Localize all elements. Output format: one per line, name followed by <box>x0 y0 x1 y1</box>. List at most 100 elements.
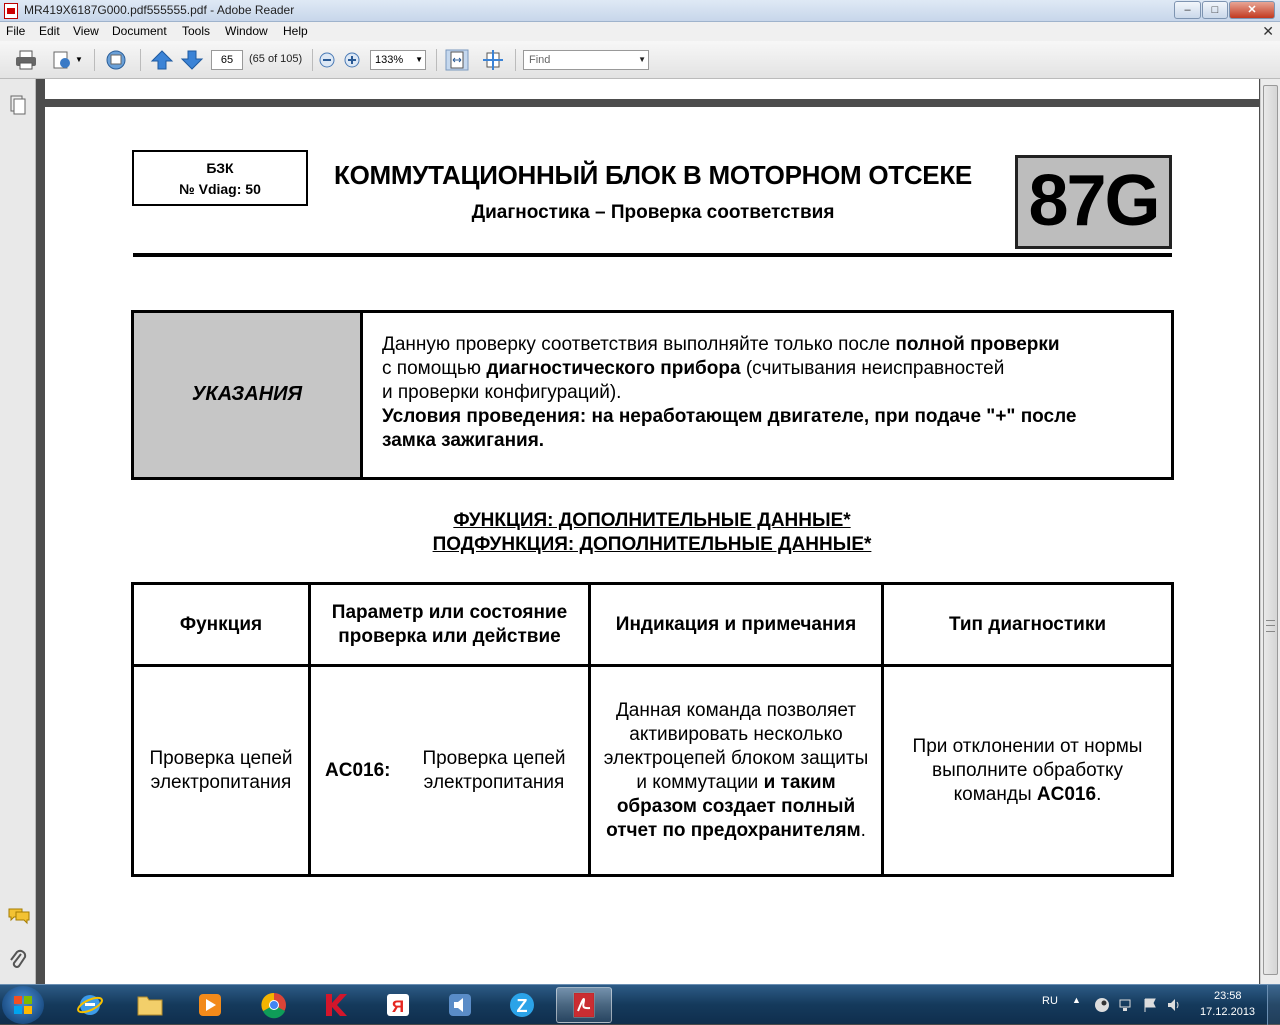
maximize-button[interactable]: □ <box>1202 1 1228 19</box>
menu-file[interactable]: File <box>6 24 25 38</box>
collaborate-icon[interactable] <box>104 49 128 71</box>
minimize-button[interactable]: – <box>1174 1 1201 19</box>
zoom-value: 133% <box>375 54 404 66</box>
indication-cell: Данная команда позволяет активировать не… <box>588 664 884 877</box>
media-player-icon <box>199 994 221 1016</box>
vehicle-code: БЗК <box>206 160 234 176</box>
menu-document[interactable]: Document <box>112 24 167 38</box>
document-viewport: БЗК № Vdiag: 50 КОММУТАЦИОННЫЙ БЛОК В МО… <box>36 79 1260 984</box>
find-dropdown-icon[interactable]: ▼ <box>638 51 646 69</box>
comments-icon[interactable] <box>8 907 30 925</box>
internet-explorer-icon <box>77 995 103 1015</box>
find-placeholder: Find <box>529 54 551 66</box>
document-subtitle: Диагностика – Проверка соответствия <box>471 202 835 223</box>
windows-logo-icon <box>14 996 32 1014</box>
parameter-text: Проверка цепей электропитания <box>422 747 566 793</box>
z-app-icon: Z <box>510 993 534 1017</box>
taskbar-media[interactable] <box>182 987 238 1023</box>
language-indicator[interactable]: RU <box>1042 995 1058 1007</box>
window-title: MR419X6187G000.pdf555555.pdf - Adobe Rea… <box>24 3 295 17</box>
section-badge: 87G <box>1013 153 1174 251</box>
menu-edit[interactable]: Edit <box>39 24 60 38</box>
clock-date[interactable]: 17.12.2013 <box>1200 1006 1255 1018</box>
zoom-out-icon[interactable] <box>317 49 337 71</box>
navigation-pane <box>0 79 36 984</box>
taskbar-z-app[interactable]: Z <box>494 987 550 1023</box>
find-input[interactable]: Find ▼ <box>523 50 649 70</box>
vehicle-info-box: БЗК № Vdiag: 50 <box>132 150 308 206</box>
title-bar: MR419X6187G000.pdf555555.pdf - Adobe Rea… <box>0 0 1280 22</box>
toolbar-separator <box>312 49 313 71</box>
chrome-icon <box>261 992 286 1019</box>
function-cell: Проверка цепей электропитания <box>131 664 311 877</box>
diagnostic-period: . <box>1096 783 1102 805</box>
menu-bar: File Edit View Document Tools Window Hel… <box>0 22 1280 41</box>
taskbar-yandex[interactable]: Я <box>370 987 426 1023</box>
toolbar-separator <box>94 49 95 71</box>
scrollbar-grip-icon <box>1266 620 1275 632</box>
menu-help[interactable]: Help <box>283 24 308 38</box>
taskbar-chrome[interactable] <box>246 987 302 1023</box>
taskbar-kaspersky[interactable] <box>308 987 364 1023</box>
previous-page-icon[interactable] <box>150 49 174 71</box>
share-icon[interactable] <box>50 49 74 71</box>
show-hidden-icons[interactable]: ▲ <box>1072 995 1081 1005</box>
taskbar-ie[interactable] <box>62 987 118 1023</box>
kaspersky-icon <box>326 994 347 1016</box>
adobe-reader-icon <box>573 992 595 1018</box>
pages-icon[interactable] <box>9 95 27 115</box>
taskbar-speaker-app[interactable] <box>432 987 488 1023</box>
vdiag-number: № Vdiag: 50 <box>179 181 261 197</box>
column-header: Функция <box>131 582 311 667</box>
diagnostic-table: Функция Параметр или состояние проверка … <box>131 582 1174 877</box>
document-close-icon[interactable]: ✕ <box>1262 23 1274 40</box>
network-tray-icon[interactable] <box>1118 997 1134 1013</box>
next-page-icon[interactable] <box>180 49 204 71</box>
vertical-scrollbar[interactable] <box>1260 79 1280 984</box>
diagnostic-command: AC016 <box>1036 783 1097 805</box>
clock-time[interactable]: 23:58 <box>1214 990 1242 1002</box>
notes-line: Данную проверку соответствия выполняйте … <box>382 334 896 355</box>
notes-line: (считывания неисправностей <box>740 358 1005 379</box>
toolbar-separator <box>436 49 437 71</box>
action-center-flag-icon[interactable] <box>1142 997 1158 1013</box>
svg-text:Я: Я <box>392 997 404 1016</box>
table-header-row: Функция Параметр или состояние проверка … <box>131 582 1174 667</box>
notes-bold: полной проверки <box>895 334 1060 355</box>
zoom-dropdown-icon[interactable]: ▼ <box>415 51 423 69</box>
attachments-icon[interactable] <box>9 949 27 971</box>
taskbar-adobe-reader[interactable] <box>556 987 612 1023</box>
notes-text: Данную проверку соответствия выполняйте … <box>382 333 1162 453</box>
toolbar-separator <box>140 49 141 71</box>
zoom-select[interactable]: 133% ▼ <box>370 50 426 70</box>
notes-conditions: Условия проведения: на неработающем двиг… <box>382 406 1077 427</box>
table-row: Проверка цепей электропитания AC016: Про… <box>131 664 1174 877</box>
menu-window[interactable]: Window <box>225 24 268 38</box>
page-number-input[interactable]: 65 <box>211 50 243 70</box>
zoom-in-icon[interactable] <box>342 49 362 71</box>
column-header: Параметр или состояние проверка или дейс… <box>308 582 591 667</box>
steam-tray-icon[interactable] <box>1094 997 1110 1013</box>
command-code: AC016: <box>325 759 391 781</box>
volume-tray-icon[interactable] <box>1166 997 1182 1013</box>
scrollbar-thumb[interactable] <box>1263 85 1278 975</box>
close-button[interactable]: ✕ <box>1229 1 1275 19</box>
yandex-icon: Я <box>387 994 409 1016</box>
print-icon[interactable] <box>14 49 38 71</box>
show-desktop-button[interactable] <box>1267 985 1280 1025</box>
share-dropdown-icon[interactable]: ▼ <box>75 55 83 64</box>
taskbar-explorer[interactable] <box>122 987 178 1023</box>
notes-box: УКАЗАНИЯ Данную проверку соответствия вы… <box>131 310 1174 480</box>
parameter-cell: AC016: Проверка цепей электропитания <box>308 664 591 877</box>
fit-page-icon[interactable] <box>445 49 469 71</box>
taskbar: Я Z RU ▲ 23:58 17.12.2013 <box>0 984 1280 1025</box>
indication-period: . <box>860 819 866 841</box>
toolbar-separator <box>515 49 516 71</box>
previous-page-edge <box>45 79 1259 99</box>
menu-tools[interactable]: Tools <box>182 24 210 38</box>
header-divider <box>133 253 1172 257</box>
start-button[interactable] <box>2 986 44 1024</box>
diagnostic-text: При отклонении от нормы выполните обрабо… <box>912 735 1143 805</box>
full-screen-icon[interactable] <box>481 49 505 71</box>
menu-view[interactable]: View <box>73 24 99 38</box>
